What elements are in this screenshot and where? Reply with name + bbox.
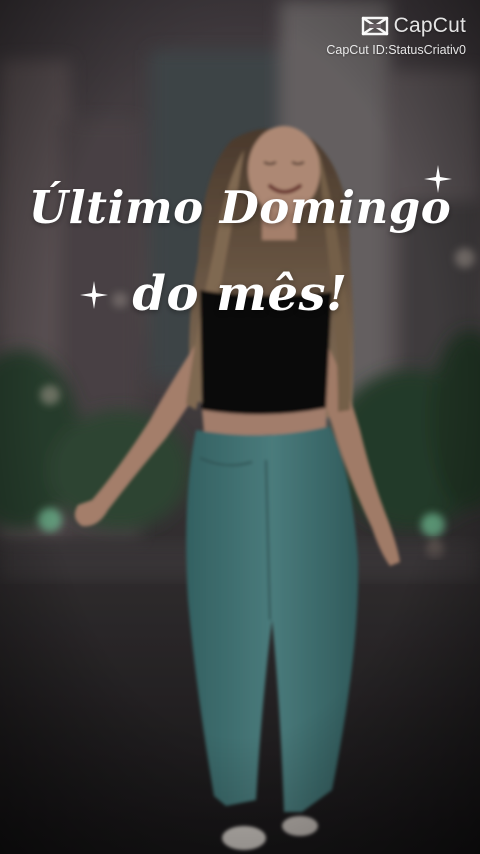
- capcut-logo-icon: [361, 16, 388, 36]
- video-frame: CapCut CapCut ID:StatusCriativ0 Último D…: [0, 0, 480, 854]
- headline-line-2: do mês!: [132, 266, 348, 322]
- capcut-id-text: CapCut ID:StatusCriativ0: [326, 43, 466, 57]
- headline-line-1: Último Domingo: [28, 181, 452, 234]
- capcut-watermark: CapCut CapCut ID:StatusCriativ0: [326, 14, 466, 57]
- capcut-brand-text: CapCut: [393, 14, 466, 37]
- background-photo: [0, 0, 480, 854]
